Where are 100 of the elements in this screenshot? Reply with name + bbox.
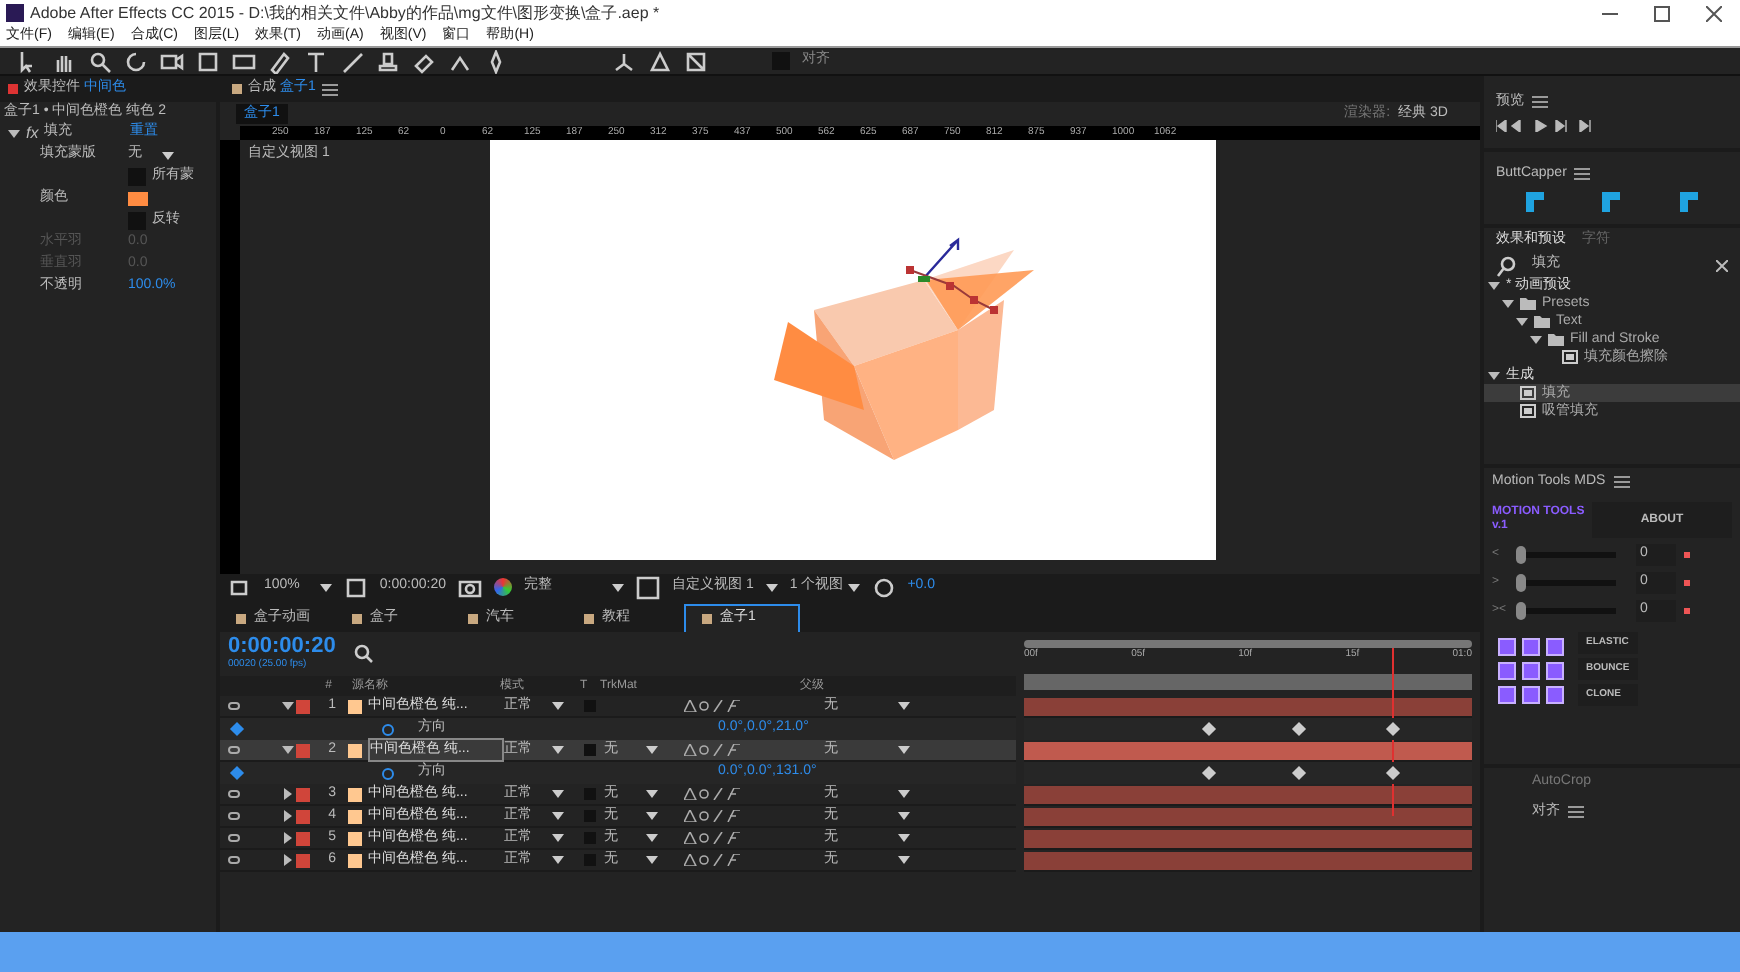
layer-switches-icon[interactable] <box>684 832 744 844</box>
label-color-swatch[interactable] <box>296 831 310 845</box>
layer-switches-icon[interactable] <box>684 788 744 800</box>
menu-icon[interactable] <box>1532 96 1548 108</box>
color-channels-icon[interactable] <box>494 578 512 596</box>
dropdown-caret-icon[interactable] <box>552 856 564 864</box>
eye-icon[interactable] <box>228 790 240 798</box>
world-axis-icon[interactable] <box>648 49 672 73</box>
reset-exposure-icon[interactable] <box>871 575 896 599</box>
dropdown-caret-icon[interactable] <box>646 856 658 864</box>
eye-icon[interactable] <box>228 702 240 710</box>
keyframe-icon[interactable] <box>1385 721 1400 737</box>
keyframe-icon[interactable] <box>1201 765 1216 781</box>
keyframe-icon[interactable] <box>1291 721 1306 737</box>
snapshot-icon[interactable] <box>458 575 482 599</box>
dropdown-caret-icon[interactable] <box>646 812 658 820</box>
dropdown-caret-icon[interactable] <box>319 583 332 591</box>
eraser-icon[interactable] <box>412 49 436 73</box>
axis-icon[interactable] <box>612 49 636 73</box>
dropdown-caret-icon[interactable] <box>552 834 564 842</box>
menu-icon[interactable] <box>1613 476 1630 488</box>
slider[interactable] <box>1516 574 1616 592</box>
dropdown-caret-icon[interactable] <box>765 583 778 591</box>
brush-icon[interactable] <box>340 49 364 73</box>
switch-box[interactable] <box>584 744 596 756</box>
menu-icon[interactable] <box>1568 805 1584 818</box>
keyframe-navigator-icon[interactable] <box>229 765 245 781</box>
dropdown-caret-icon[interactable] <box>646 834 658 842</box>
dropdown-caret-icon[interactable] <box>162 151 174 159</box>
menu-icon[interactable] <box>1574 168 1591 180</box>
maximize-icon[interactable] <box>1654 5 1670 21</box>
dropdown-caret-icon[interactable] <box>898 812 910 820</box>
dropdown-caret-icon[interactable] <box>898 702 910 710</box>
eye-icon[interactable] <box>228 812 240 820</box>
dropdown-caret-icon[interactable] <box>646 790 658 798</box>
disclosure-triangle-icon[interactable] <box>282 744 294 756</box>
timecode[interactable]: 0:00:00:20 <box>228 635 336 658</box>
cap-style-icon[interactable] <box>1602 192 1621 213</box>
label-color-swatch[interactable] <box>296 809 310 823</box>
search-icon[interactable] <box>1496 253 1520 277</box>
dropdown-caret-icon[interactable] <box>552 702 564 710</box>
dropdown-caret-icon[interactable] <box>847 583 860 591</box>
stamp-icon[interactable] <box>376 49 400 73</box>
dropdown-caret-icon[interactable] <box>898 746 910 754</box>
dropdown-caret-icon[interactable] <box>898 834 910 842</box>
region-icon[interactable] <box>343 575 368 599</box>
label-color-icon <box>232 84 242 94</box>
keyframe-icon[interactable] <box>1385 765 1400 781</box>
slider-thumb[interactable] <box>1516 546 1526 564</box>
menu-icon[interactable] <box>321 83 338 95</box>
app-icon <box>6 4 24 22</box>
layers-icon[interactable] <box>228 575 252 599</box>
stopwatch-icon[interactable] <box>382 767 394 779</box>
dropdown-caret-icon[interactable] <box>552 812 564 820</box>
dropdown-caret-icon[interactable] <box>898 790 910 798</box>
keyframe-icon[interactable] <box>1201 721 1216 737</box>
layer-switches-icon[interactable] <box>684 810 744 822</box>
pen-icon[interactable] <box>268 49 292 73</box>
eye-icon[interactable] <box>228 834 240 842</box>
disclosure-triangle-icon[interactable] <box>282 700 294 712</box>
eye-icon[interactable] <box>228 746 240 754</box>
rotate-icon[interactable] <box>124 49 148 73</box>
label-color-swatch[interactable] <box>296 853 310 867</box>
view-axis-icon[interactable] <box>684 49 708 73</box>
label-color-swatch[interactable] <box>296 699 310 713</box>
slider[interactable] <box>1516 546 1616 564</box>
label-color-swatch[interactable] <box>296 743 310 757</box>
camera-icon[interactable] <box>160 49 184 73</box>
keyframe-navigator-icon[interactable] <box>229 721 245 737</box>
slider-thumb[interactable] <box>1516 602 1526 620</box>
clear-icon[interactable] <box>1716 259 1728 271</box>
solid-icon <box>348 699 362 713</box>
layer-switches-icon[interactable] <box>684 700 744 712</box>
text-icon[interactable] <box>304 49 328 73</box>
close-icon[interactable] <box>1706 5 1722 21</box>
slider[interactable] <box>1516 602 1616 620</box>
dropdown-caret-icon[interactable] <box>612 583 624 591</box>
cap-style-icon[interactable] <box>1680 192 1699 213</box>
dropdown-caret-icon[interactable] <box>552 790 564 798</box>
layer-switches-icon[interactable] <box>684 744 744 756</box>
zoom-icon[interactable] <box>88 49 112 73</box>
stopwatch-icon[interactable] <box>382 723 394 735</box>
keyframe-icon[interactable] <box>1291 765 1306 781</box>
dropdown-caret-icon[interactable] <box>552 746 564 754</box>
dropdown-caret-icon[interactable] <box>898 856 910 864</box>
effect-icon <box>1562 350 1578 364</box>
layer-duration-bar[interactable] <box>1024 741 1472 759</box>
grid-icon[interactable] <box>636 575 660 599</box>
label-color-swatch[interactable] <box>296 787 310 801</box>
label-color-icon <box>8 84 18 94</box>
disclosure-triangle-icon[interactable] <box>1488 369 1500 381</box>
cap-style-icon[interactable] <box>1525 192 1544 213</box>
dropdown-caret-icon[interactable] <box>646 746 658 754</box>
layer-switches-icon[interactable] <box>684 854 744 866</box>
disclosure-triangle-icon[interactable] <box>8 127 20 139</box>
slider-thumb[interactable] <box>1516 574 1526 592</box>
eye-icon[interactable] <box>228 856 240 864</box>
search-icon[interactable] <box>351 642 376 666</box>
color-swatch[interactable] <box>128 192 148 206</box>
rectangle-icon[interactable] <box>232 49 256 73</box>
